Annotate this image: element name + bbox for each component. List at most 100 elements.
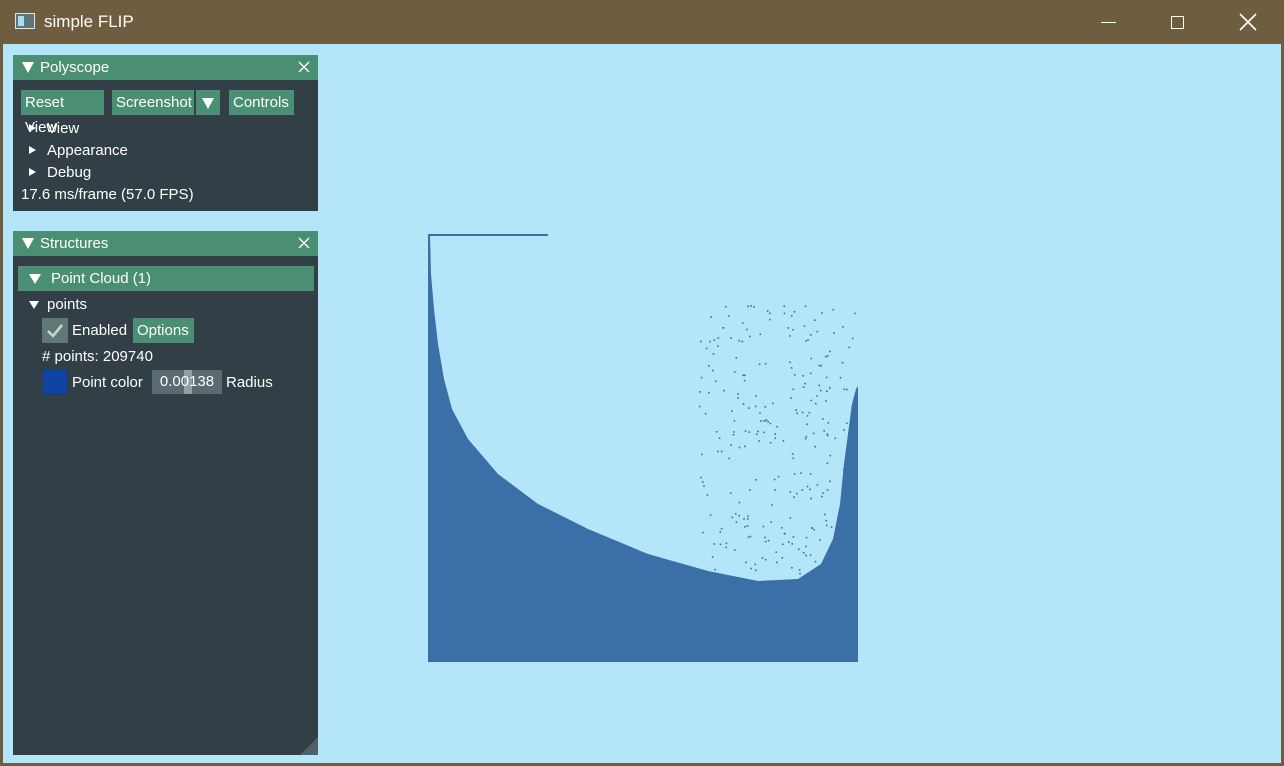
spray-particle <box>767 421 769 423</box>
spray-particle <box>755 479 757 481</box>
enabled-checkbox[interactable] <box>42 318 68 343</box>
spray-particle <box>829 454 832 457</box>
spray-particle <box>744 526 746 528</box>
spray-particle <box>764 558 767 561</box>
maximize-button[interactable] <box>1142 0 1212 44</box>
spray-particle <box>853 486 855 488</box>
options-button[interactable]: Options <box>133 318 194 343</box>
spray-particle <box>725 546 727 549</box>
resize-grip-icon[interactable] <box>300 737 318 755</box>
spray-particle <box>748 431 751 433</box>
minimize-button[interactable] <box>1073 0 1143 44</box>
spray-particle <box>738 514 740 517</box>
spray-particle <box>846 422 848 425</box>
spray-particle <box>711 556 714 558</box>
spray-particle <box>799 572 801 575</box>
spray-particle <box>737 393 739 395</box>
spray-particle <box>750 567 752 570</box>
spray-particle <box>733 420 736 422</box>
spray-particle <box>825 400 827 402</box>
spray-particle <box>793 473 796 475</box>
point-color-swatch[interactable] <box>42 369 68 395</box>
reset-view-button[interactable]: Reset View <box>21 90 104 136</box>
screenshot-options-button[interactable] <box>196 90 220 115</box>
spray-particle <box>765 419 768 421</box>
spray-particle <box>776 425 778 428</box>
spray-particle <box>773 478 776 481</box>
spray-particle <box>700 476 702 479</box>
spray-particle <box>759 412 761 414</box>
spray-particle <box>764 362 767 365</box>
spray-particle <box>748 407 750 409</box>
spray-particle <box>717 450 719 453</box>
minimize-icon <box>1100 21 1116 23</box>
spray-particle <box>855 479 857 481</box>
spray-particle <box>791 543 793 545</box>
spray-particle <box>808 411 811 414</box>
spray-particle <box>825 519 827 522</box>
spray-particle <box>753 306 755 308</box>
controls-button[interactable]: Controls <box>229 90 294 115</box>
spray-particle <box>767 539 770 542</box>
render-viewport[interactable]: Polyscope Reset View Screenshot Controls… <box>3 44 1281 763</box>
spray-particle <box>794 374 796 376</box>
spray-particle <box>723 389 725 392</box>
spray-particle <box>821 495 823 498</box>
spray-particle <box>798 548 800 551</box>
spray-particle <box>815 402 817 405</box>
spray-particle <box>747 518 749 520</box>
points-count: # points: 209740 <box>42 348 153 365</box>
tree-item-appearance[interactable]: Appearance <box>29 142 229 160</box>
tree-item-view[interactable]: View <box>29 120 229 138</box>
spray-particle <box>746 328 748 331</box>
spray-particle <box>735 521 738 523</box>
spray-particle <box>738 501 741 504</box>
spray-particle <box>851 406 854 408</box>
spray-particle <box>732 434 735 436</box>
spray-particle <box>725 542 728 545</box>
close-window-button[interactable] <box>1213 0 1283 44</box>
spray-particle <box>735 357 738 359</box>
spray-particle <box>793 496 795 498</box>
spray-particle <box>745 561 747 564</box>
spray-particle <box>702 481 704 483</box>
spray-particle <box>708 365 710 367</box>
close-panel-icon[interactable] <box>297 236 311 250</box>
polyscope-panel-header[interactable]: Polyscope <box>13 55 318 80</box>
structures-panel-header[interactable]: Structures <box>13 231 318 256</box>
spray-particle <box>822 492 824 494</box>
radius-input[interactable]: 0.00138 <box>152 370 222 394</box>
close-panel-icon[interactable] <box>297 60 311 74</box>
spray-particle <box>719 543 722 546</box>
collapse-triangle-icon[interactable] <box>22 238 34 249</box>
spray-particle <box>744 445 746 448</box>
screenshot-button[interactable]: Screenshot <box>112 90 194 115</box>
spray-particle <box>731 410 733 412</box>
spray-particle <box>814 560 817 563</box>
spray-particle <box>852 435 854 437</box>
spray-particle <box>816 395 818 397</box>
tree-item-points[interactable]: points <box>29 296 229 314</box>
spray-particle <box>854 312 856 315</box>
collapse-triangle-icon[interactable] <box>22 62 34 73</box>
spray-particle <box>782 440 785 442</box>
spray-particle <box>789 335 791 337</box>
spray-particle <box>812 432 815 435</box>
spray-particle <box>754 405 757 408</box>
spray-particle <box>818 384 821 387</box>
spray-particle <box>743 379 746 382</box>
spray-particle <box>713 543 715 545</box>
spray-particle <box>762 525 765 528</box>
enabled-label: Enabled <box>72 322 128 339</box>
spray-particle <box>763 420 765 422</box>
fluid-simulation[interactable] <box>428 234 858 662</box>
spray-particle <box>823 430 825 432</box>
expand-triangle-icon <box>29 124 36 132</box>
spray-particle <box>826 390 828 392</box>
point-cloud-header[interactable]: Point Cloud (1) <box>18 266 314 291</box>
spray-particle <box>793 311 796 313</box>
spray-particle <box>708 391 710 394</box>
tree-item-debug[interactable]: Debug <box>29 164 229 182</box>
spray-particle <box>806 485 809 488</box>
spray-particle <box>758 440 760 442</box>
